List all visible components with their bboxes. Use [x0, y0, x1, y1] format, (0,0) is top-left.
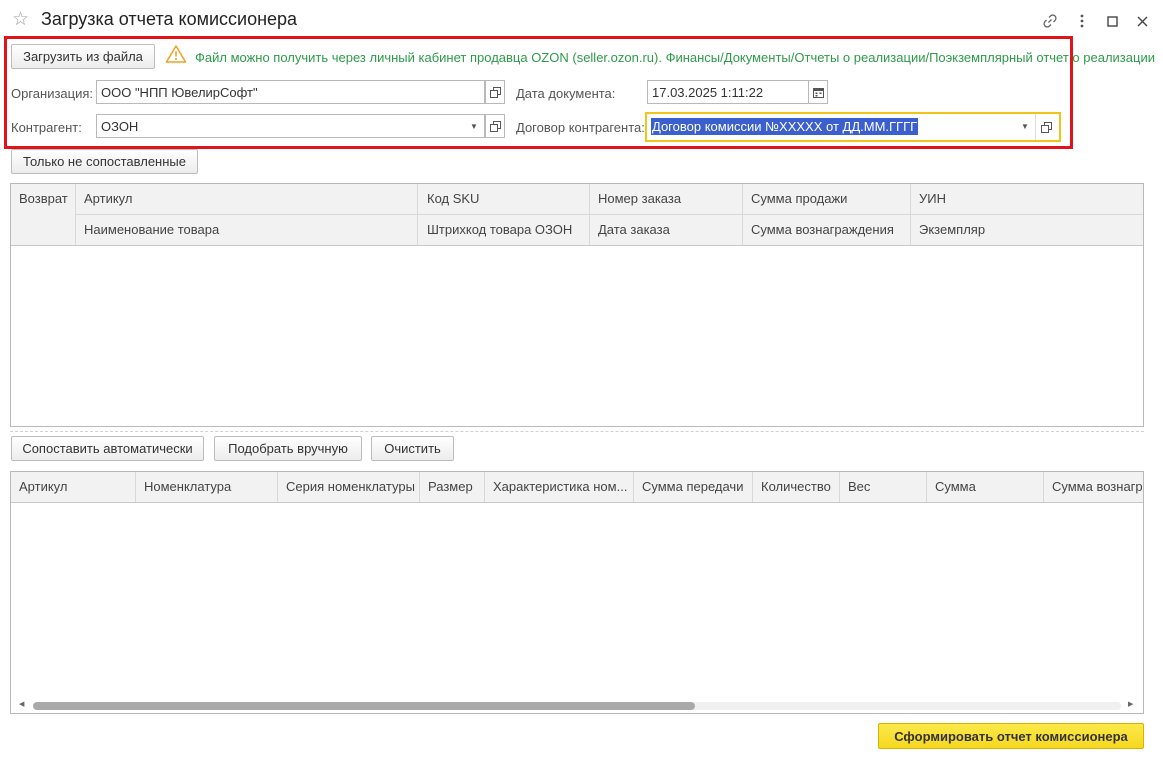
- col-header-article[interactable]: Артикул: [19, 479, 67, 494]
- col-header-transfer-amount[interactable]: Сумма передачи: [642, 479, 743, 494]
- col-header-sale-amount[interactable]: Сумма продажи: [751, 191, 847, 206]
- scroll-left-icon[interactable]: ◀: [19, 700, 24, 708]
- col-header-return[interactable]: Возврат: [19, 191, 68, 206]
- col-header-size[interactable]: Размер: [428, 479, 473, 494]
- clear-button[interactable]: Очистить: [371, 436, 454, 461]
- col-header-nomenclature[interactable]: Номенклатура: [144, 479, 231, 494]
- col-header-ozon-barcode[interactable]: Штрихкод товара ОЗОН: [427, 222, 572, 237]
- only-unmatched-button[interactable]: Только не сопоставленные: [11, 149, 198, 174]
- col-header-sku[interactable]: Код SKU: [427, 191, 479, 206]
- link-icon[interactable]: [1039, 10, 1061, 32]
- col-header-quantity[interactable]: Количество: [761, 479, 831, 494]
- scrollbar-thumb[interactable]: [33, 702, 695, 710]
- col-header-series[interactable]: Серия номенклатуры: [286, 479, 415, 494]
- generate-report-button[interactable]: Сформировать отчет комиссионера: [878, 723, 1144, 749]
- window-title: Загрузка отчета комиссионера: [41, 9, 298, 29]
- more-menu-icon[interactable]: [1071, 10, 1093, 32]
- favorite-star-icon[interactable]: ☆: [12, 8, 29, 32]
- col-header-reward-amount[interactable]: Сумма вознаграждения: [751, 222, 894, 237]
- auto-match-button[interactable]: Сопоставить автоматически: [11, 436, 204, 461]
- col-header-order-date[interactable]: Дата заказа: [598, 222, 670, 237]
- col-header-reward-sum[interactable]: Сумма вознагр: [1052, 479, 1142, 494]
- col-header-article[interactable]: Артикул: [84, 191, 132, 206]
- close-icon[interactable]: [1131, 10, 1153, 32]
- col-header-characteristic[interactable]: Характеристика ном...: [493, 479, 627, 494]
- col-header-uin[interactable]: УИН: [919, 191, 946, 206]
- scroll-right-icon[interactable]: ▶: [1128, 700, 1133, 708]
- splitter[interactable]: [10, 431, 1144, 432]
- maximize-icon[interactable]: [1101, 10, 1123, 32]
- col-header-weight[interactable]: Вес: [848, 479, 870, 494]
- col-header-instance[interactable]: Экземпляр: [919, 222, 985, 237]
- manual-pick-button[interactable]: Подобрать вручную: [214, 436, 362, 461]
- highlight-frame: [4, 36, 1073, 149]
- bottom-table[interactable]: [10, 471, 1144, 714]
- col-header-order-number[interactable]: Номер заказа: [598, 191, 681, 206]
- col-header-sum[interactable]: Сумма: [935, 479, 976, 494]
- col-header-product-name[interactable]: Наименование товара: [84, 222, 219, 237]
